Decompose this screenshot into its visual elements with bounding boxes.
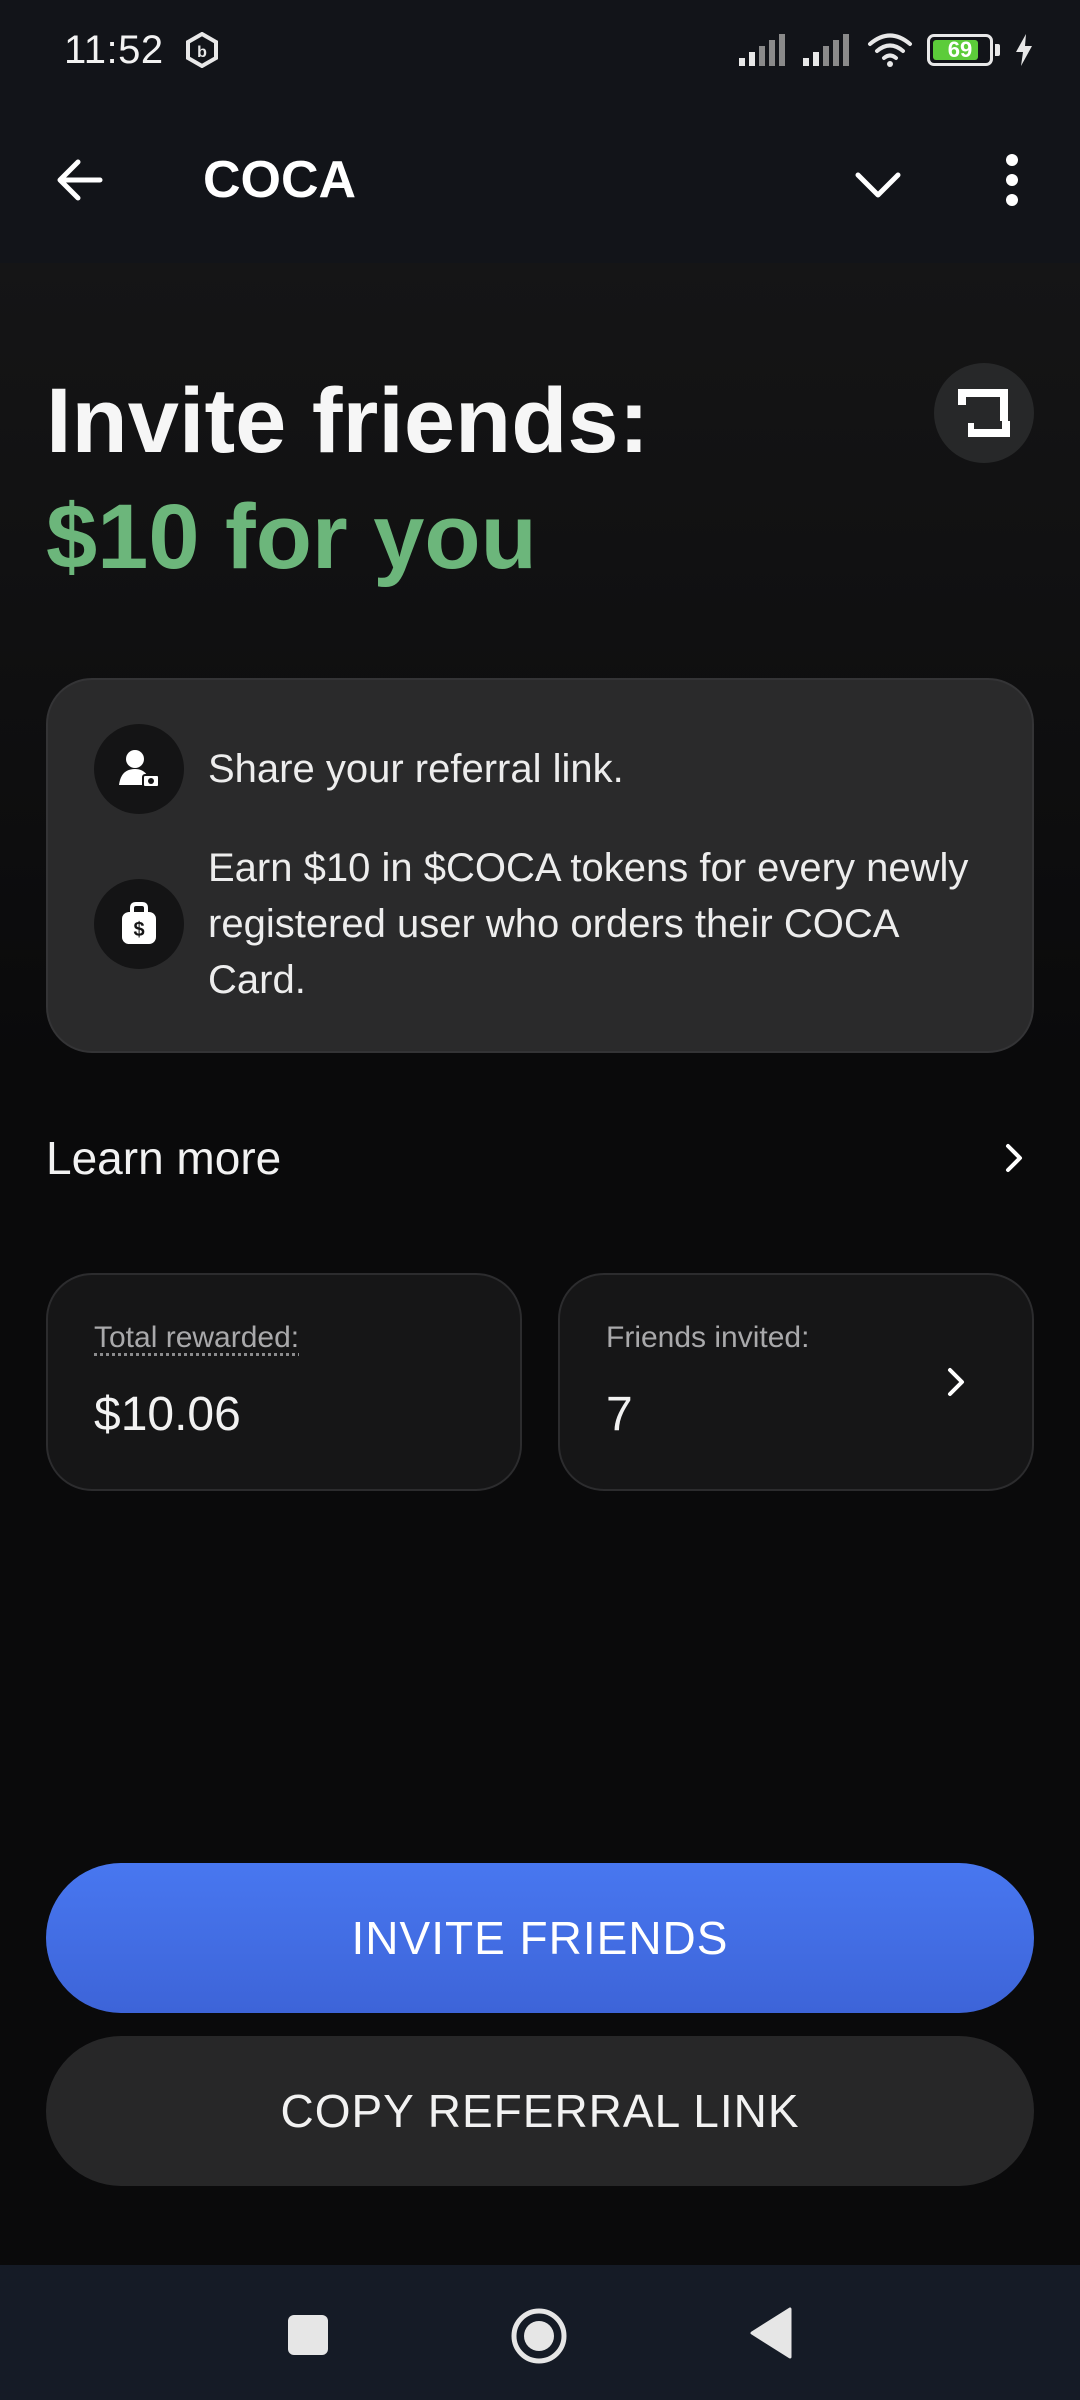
battery-nub [995,44,1000,56]
info-item: $ Earn $10 in $COCA tokens for every new… [94,840,998,1008]
chevron-right-icon [1006,1144,1022,1172]
home-icon[interactable] [510,2307,568,2365]
copy-referral-link-button[interactable]: COPY REFERRAL LINK [46,2036,1034,2186]
total-rewarded-label[interactable]: Total rewarded: [94,1321,299,1355]
svg-text:$: $ [133,919,144,941]
learn-more-label: Learn more [46,1132,282,1184]
app-notification-icon: b [185,32,218,68]
friends-invited-card[interactable]: Friends invited: 7 [558,1273,1034,1491]
recents-icon[interactable] [288,2315,328,2355]
headline-line1: Invite friends: [46,370,650,472]
status-left: 11:52 b [64,28,220,73]
app-bar: COCA [0,100,1080,263]
info-item: Share your referral link. [94,724,998,814]
back-arrow-icon[interactable] [50,150,110,210]
svg-text:b: b [197,44,207,61]
info-card: Share your referral link. $ Earn $10 in … [46,678,1034,1053]
signal-icon [803,34,849,66]
battery-level: 69 [947,37,973,62]
swap-icon [958,389,1010,437]
main-content: Invite friends: $10 for you Share your r… [0,263,1080,2265]
battery-icon: 69 [927,34,993,66]
total-rewarded-card: Total rewarded: $10.06 [46,1273,522,1491]
page-title: Invite friends: $10 for you [46,363,649,595]
wifi-icon [868,33,912,67]
chevron-down-icon[interactable] [848,155,908,215]
headline-line2: $10 for you [46,486,537,588]
more-vertical-icon[interactable] [982,150,1042,210]
info-text: Earn $10 in $COCA tokens for every newly… [208,846,969,1002]
charging-icon [1016,34,1032,66]
chevron-right-icon [948,1368,964,1396]
swap-button[interactable] [934,363,1034,463]
user-ticket-icon [94,724,184,814]
app-title: COCA [203,151,357,209]
learn-more-link[interactable]: Learn more [46,1103,1034,1213]
friends-invited-value: 7 [606,1388,633,1441]
info-text: Share your referral link. [208,747,624,791]
friends-invited-label: Friends invited: [606,1321,810,1354]
system-nav-bar [0,2265,1080,2400]
total-rewarded-value: $10.06 [94,1388,241,1441]
invite-friends-button[interactable]: INVITE FRIENDS [46,1863,1034,2013]
back-triangle-icon[interactable] [750,2307,792,2359]
money-bag-icon: $ [94,879,184,969]
signal-icon [739,34,785,66]
status-time: 11:52 [64,27,164,72]
status-right: 69 [739,33,1034,67]
status-bar: 11:52 b 69 [0,0,1080,100]
